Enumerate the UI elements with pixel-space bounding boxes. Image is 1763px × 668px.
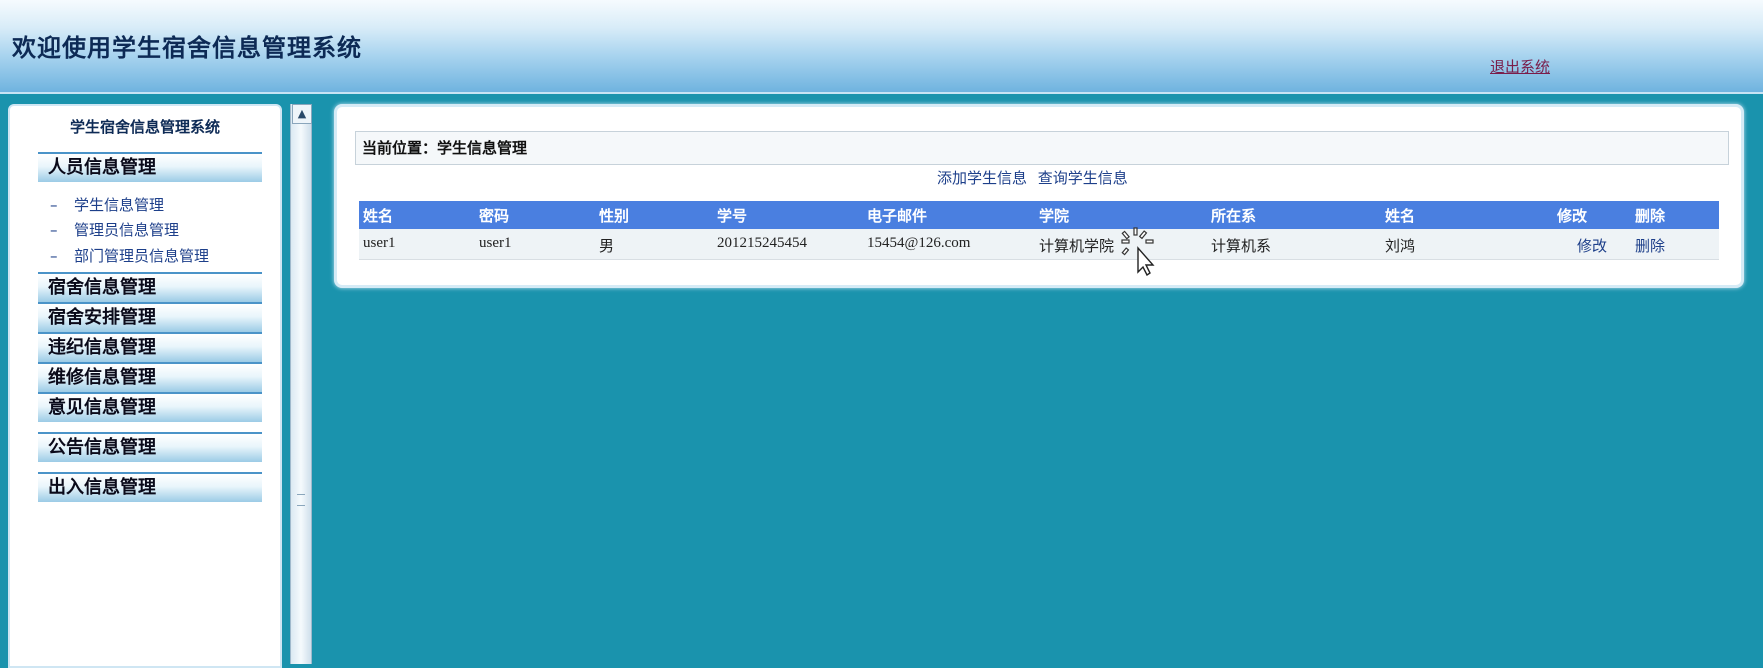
delete-link[interactable]: 删除 bbox=[1635, 235, 1665, 256]
column-header: 所在系 bbox=[1211, 207, 1257, 225]
column-header: 密码 bbox=[479, 207, 510, 225]
menu-section-label: 违纪信息管理 bbox=[48, 337, 156, 358]
busy-pointer-icon bbox=[1120, 226, 1160, 277]
column-header: 姓名 bbox=[363, 207, 394, 225]
dash-icon: – bbox=[50, 221, 58, 239]
table-header-row: 姓名 密码 性别 学号 电子邮件 学院 所在系 姓名 修改 删除 bbox=[359, 201, 1719, 229]
splitter-grip-icon[interactable] bbox=[297, 494, 305, 506]
menu-section-discipline[interactable]: 违纪信息管理 bbox=[38, 332, 262, 362]
sidebar-item-student-info[interactable]: – 学生信息管理 bbox=[50, 194, 164, 215]
edit-link[interactable]: 修改 bbox=[1577, 235, 1607, 256]
app-title: 欢迎使用学生宿舍信息管理系统 bbox=[12, 34, 362, 62]
menu-section-label: 宿舍信息管理 bbox=[48, 277, 156, 298]
menu-section-dorm-info[interactable]: 宿舍信息管理 bbox=[38, 272, 262, 302]
menu-section-label: 出入信息管理 bbox=[48, 477, 156, 498]
menu-section-label: 公告信息管理 bbox=[48, 437, 156, 458]
column-header: 修改 bbox=[1557, 207, 1588, 225]
cell-real-name: 刘鸿 bbox=[1385, 239, 1416, 255]
breadcrumb: 当前位置：学生信息管理 bbox=[355, 131, 1729, 165]
sidebar: 学生宿舍信息管理系统 人员信息管理 – 学生信息管理 – 管理员信息管理 – 部门管理… bbox=[8, 104, 282, 668]
dash-icon: – bbox=[50, 196, 58, 214]
cell-student-id: 201215245454 bbox=[717, 235, 807, 251]
table-row: user1 user1 男 201215245454 15454@126.com… bbox=[359, 229, 1719, 260]
menu-section-label: 意见信息管理 bbox=[48, 397, 156, 418]
main-panel: 当前位置：学生信息管理 添加学生信息 查询学生信息 姓名 密码 性别 学号 电子… bbox=[334, 104, 1744, 288]
cell-password: user1 bbox=[479, 235, 512, 251]
menu-section-personnel[interactable]: 人员信息管理 bbox=[38, 152, 262, 182]
query-student-link[interactable]: 查询学生信息 bbox=[1038, 169, 1128, 187]
sidebar-item-dept-admin-info[interactable]: – 部门管理员信息管理 bbox=[50, 245, 209, 266]
menu-section-repair[interactable]: 维修信息管理 bbox=[38, 362, 262, 392]
cell-name: user1 bbox=[363, 235, 396, 251]
sidebar-item-admin-info[interactable]: – 管理员信息管理 bbox=[50, 219, 179, 240]
menu-section-label: 宿舍安排管理 bbox=[48, 307, 156, 328]
cell-email: 15454@126.com bbox=[867, 235, 971, 251]
logout-link[interactable]: 退出系统 bbox=[1490, 56, 1550, 77]
column-header: 学院 bbox=[1039, 207, 1070, 225]
menu-section-label: 人员信息管理 bbox=[48, 157, 156, 178]
student-table: 姓名 密码 性别 学号 电子邮件 学院 所在系 姓名 修改 删除 user1 u… bbox=[359, 201, 1719, 260]
column-header: 电子邮件 bbox=[867, 207, 928, 225]
sidebar-item-label: 学生信息管理 bbox=[74, 196, 165, 214]
cell-gender: 男 bbox=[599, 239, 615, 255]
column-header: 删除 bbox=[1635, 207, 1666, 225]
sidebar-item-label: 管理员信息管理 bbox=[74, 221, 180, 239]
menu-section-dorm-arrangement[interactable]: 宿舍安排管理 bbox=[38, 302, 262, 332]
dash-icon: – bbox=[50, 247, 58, 265]
column-header: 姓名 bbox=[1385, 207, 1416, 225]
sidebar-item-label: 部门管理员信息管理 bbox=[74, 247, 210, 265]
collapse-arrow-icon[interactable]: ▲ bbox=[292, 104, 312, 124]
cell-college: 计算机学院 bbox=[1039, 239, 1115, 255]
menu-section-feedback[interactable]: 意见信息管理 bbox=[38, 392, 262, 422]
action-links: 添加学生信息 查询学生信息 bbox=[937, 167, 1134, 188]
column-header: 学号 bbox=[717, 207, 748, 225]
add-student-link[interactable]: 添加学生信息 bbox=[937, 169, 1027, 187]
page-header: 欢迎使用学生宿舍信息管理系统 退出系统 bbox=[0, 0, 1763, 94]
menu-section-announcement[interactable]: 公告信息管理 bbox=[38, 432, 262, 462]
column-header: 性别 bbox=[599, 207, 630, 225]
cell-department: 计算机系 bbox=[1211, 239, 1272, 255]
frame-splitter[interactable]: ▲ bbox=[290, 104, 312, 664]
sidebar-title: 学生宿舍信息管理系统 bbox=[69, 118, 220, 136]
menu-section-label: 维修信息管理 bbox=[48, 367, 156, 388]
menu-section-access[interactable]: 出入信息管理 bbox=[38, 472, 262, 502]
